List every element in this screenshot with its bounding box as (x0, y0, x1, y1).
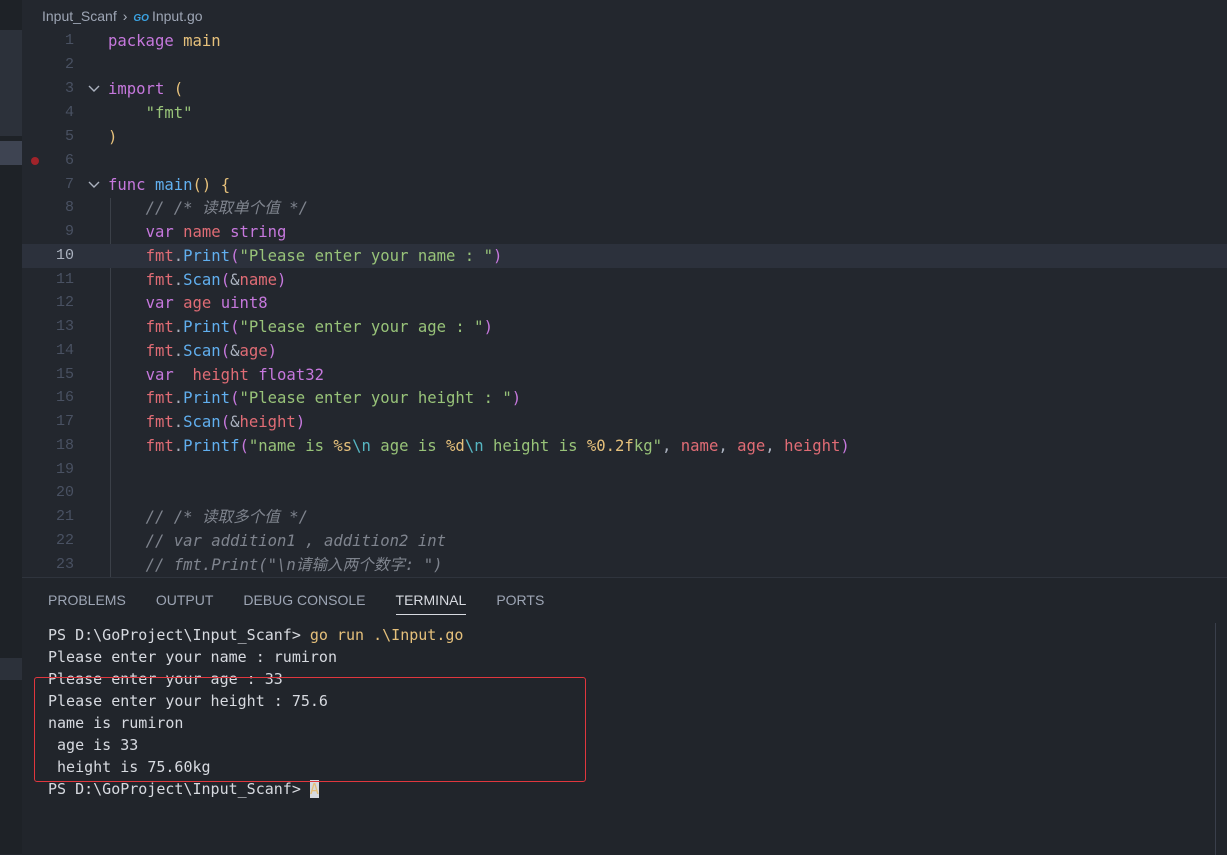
code-line[interactable]: 3 import ( (22, 77, 1227, 101)
code-line[interactable]: 20 (22, 481, 1227, 505)
line-number: 6 (64, 152, 74, 169)
terminal-command-line: PS D:\GoProject\Input_Scanf> go run .\In… (48, 624, 463, 646)
strip-block (0, 658, 22, 680)
line-number: 2 (64, 56, 74, 73)
line-number: 3 (64, 80, 74, 97)
bottom-panel: PROBLEMS OUTPUT DEBUG CONSOLE TERMINAL P… (22, 577, 1227, 855)
code-line-current[interactable]: 10 fmt.Print("Please enter your name : "… (22, 244, 1227, 268)
code-line[interactable]: 5) (22, 125, 1227, 149)
terminal-cursor: A (309, 780, 319, 798)
line-number: 13 (55, 318, 74, 335)
line-number: 12 (55, 294, 74, 311)
code-line[interactable]: 11 fmt.Scan(&name) (22, 268, 1227, 292)
line-number: 4 (64, 104, 74, 121)
tab-problems[interactable]: PROBLEMS (48, 592, 126, 615)
line-number: 14 (55, 342, 74, 359)
tab-terminal[interactable]: TERMINAL (395, 592, 467, 615)
code-line[interactable]: 19 (22, 458, 1227, 482)
tab-ports[interactable]: PORTS (496, 592, 544, 615)
strip-block (0, 30, 22, 136)
terminal-scrollbar[interactable] (1215, 623, 1227, 855)
line-number: 9 (64, 223, 74, 240)
panel-tabs: PROBLEMS OUTPUT DEBUG CONSOLE TERMINAL P… (48, 592, 544, 615)
line-number: 19 (55, 461, 74, 478)
code-line[interactable]: 9 var name string (22, 220, 1227, 244)
breadcrumb-folder[interactable]: Input_Scanf (42, 8, 117, 24)
code-line[interactable]: 18 fmt.Printf("name is %s\n age is %d\n … (22, 434, 1227, 458)
terminal-prompt: PS D:\GoProject\Input_Scanf> (48, 626, 310, 644)
code-line[interactable]: 12 var age uint8 (22, 291, 1227, 315)
line-number: 7 (64, 176, 74, 193)
line-number: 23 (55, 556, 74, 573)
code-line[interactable]: 15 var height float32 (22, 363, 1227, 387)
code-line[interactable]: 17 fmt.Scan(&height) (22, 410, 1227, 434)
tab-output[interactable]: OUTPUT (156, 592, 214, 615)
code-line[interactable]: 6 (22, 149, 1227, 173)
code-editor[interactable]: Input_Scanf › GO Input.go 1 package main 2 3… (22, 0, 1227, 577)
line-number: 21 (55, 508, 74, 525)
code-line[interactable]: 22 // var addition1 , addition2 int (22, 529, 1227, 553)
line-number: 10 (55, 247, 74, 264)
code-line[interactable]: 4 "fmt" (22, 101, 1227, 125)
line-number: 1 (64, 32, 74, 49)
code-line[interactable]: 23 // fmt.Print("\n请输入两个数字: ") (22, 553, 1227, 577)
code-line[interactable]: 8 // /* 读取单个值 */ (22, 196, 1227, 220)
breadcrumb: Input_Scanf › GO Input.go (42, 8, 203, 24)
code-line[interactable]: 16 fmt.Print("Please enter your height :… (22, 386, 1227, 410)
code-line[interactable]: 21 // /* 读取多个值 */ (22, 505, 1227, 529)
line-number: 22 (55, 532, 74, 549)
chevron-right-icon: › (122, 8, 128, 24)
terminal-prompt: PS D:\GoProject\Input_Scanf> (48, 780, 310, 798)
line-number: 8 (64, 199, 74, 216)
terminal-command: go run .\Input.go (309, 626, 464, 644)
line-number: 17 (55, 413, 74, 430)
code-line[interactable]: 2 (22, 53, 1227, 77)
code-line[interactable]: 1 package main (22, 29, 1227, 53)
go-file-icon: GO (133, 13, 149, 24)
line-number: 11 (55, 271, 74, 288)
terminal-line: Please enter your name : rumiron (48, 648, 337, 666)
chevron-down-icon[interactable] (87, 82, 101, 96)
strip-block-active (0, 141, 22, 165)
line-number: 5 (64, 128, 74, 145)
activity-strip (0, 0, 22, 854)
line-number: 15 (55, 366, 74, 383)
highlight-box (34, 677, 586, 782)
line-number: 16 (55, 389, 74, 406)
code-line[interactable]: 13 fmt.Print("Please enter your age : ") (22, 315, 1227, 339)
chevron-down-icon[interactable] (87, 178, 101, 192)
code-line[interactable]: 14 fmt.Scan(&age) (22, 339, 1227, 363)
code-line[interactable]: 7 func main() { (22, 173, 1227, 197)
breadcrumb-file[interactable]: Input.go (152, 8, 203, 24)
line-number: 18 (55, 437, 74, 454)
line-number: 20 (55, 484, 74, 501)
tab-debug-console[interactable]: DEBUG CONSOLE (243, 592, 365, 615)
